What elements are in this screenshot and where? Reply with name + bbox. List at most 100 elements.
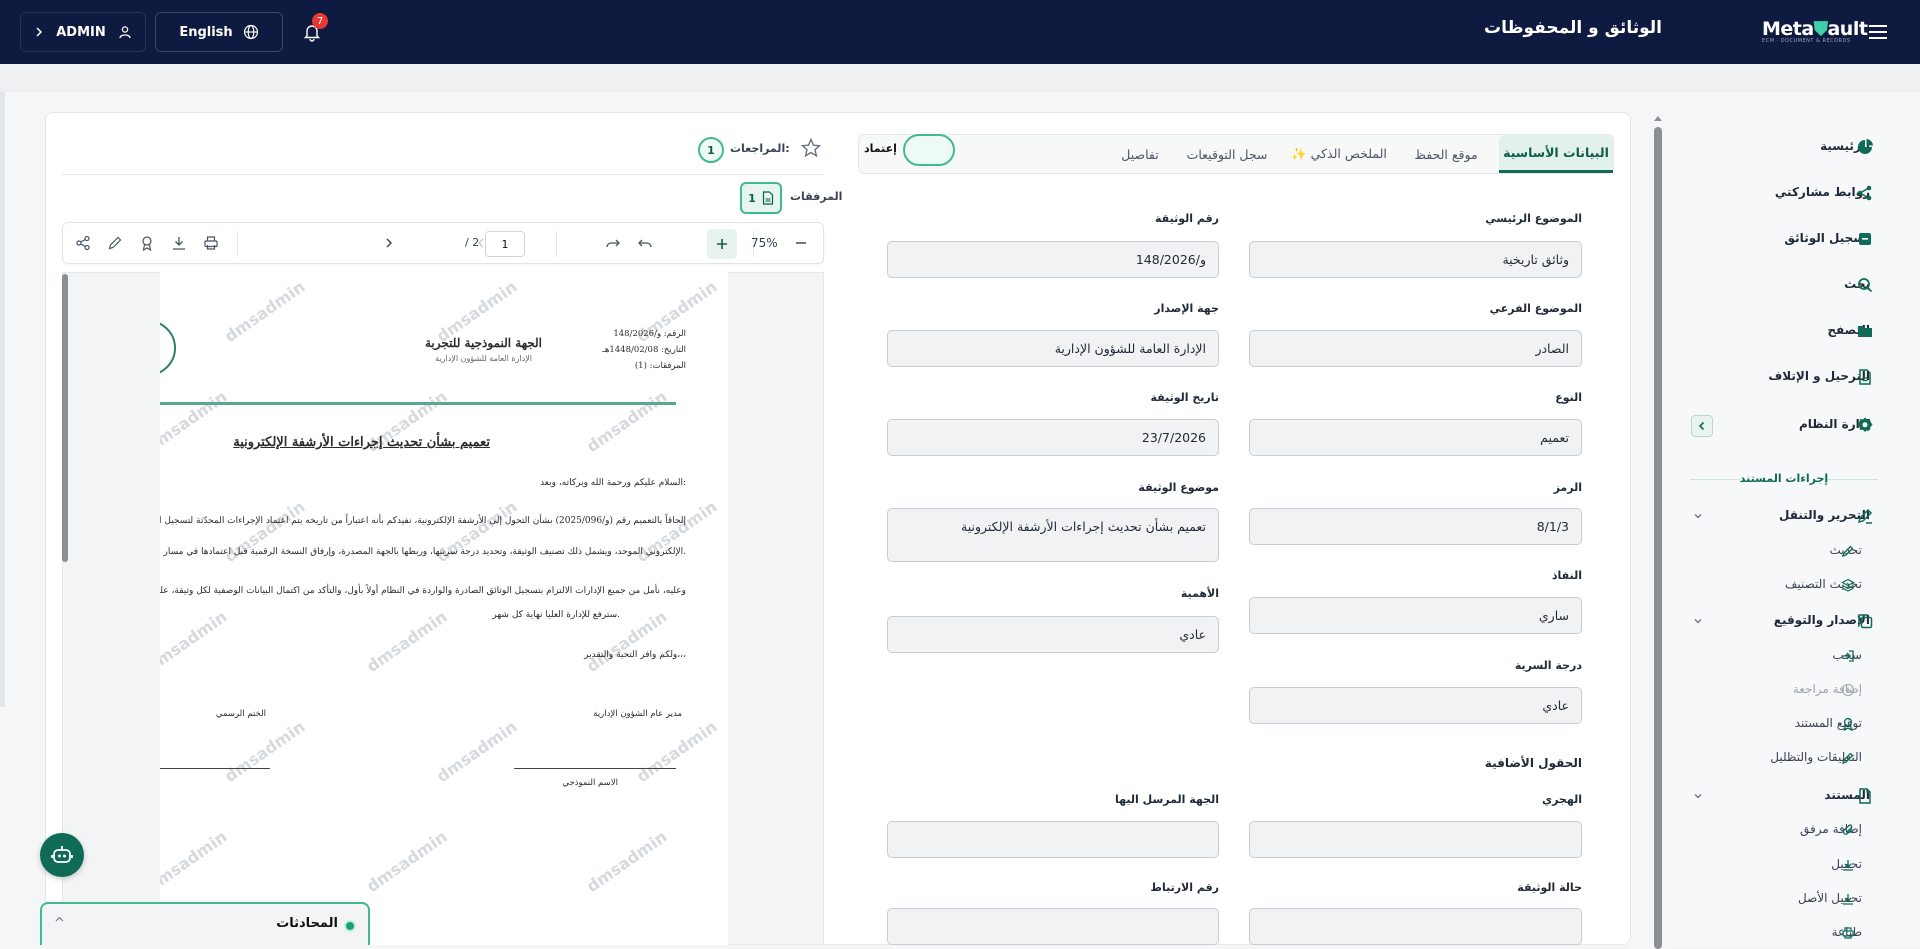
doc-number-label: رقم الوثيقة	[1155, 212, 1219, 225]
pencil-icon	[1856, 507, 1874, 525]
confidentiality-label: درجة السرية	[1514, 659, 1582, 672]
watermark: dmsadmin	[633, 716, 721, 787]
type-field[interactable]: تعميم	[1249, 419, 1582, 456]
additional-fields-heading: الحقول الأضافية	[1484, 756, 1582, 770]
main-scrollbar[interactable]	[1652, 113, 1664, 949]
logo-text-1: Meta	[1762, 18, 1814, 40]
zoom-in-button[interactable]	[707, 229, 737, 259]
conversations-bar[interactable]: ^ المحادثات	[40, 902, 370, 945]
watermark: dmsadmin	[433, 716, 521, 787]
print-icon[interactable]	[201, 233, 221, 253]
stamp-label: الختم الرسمي	[215, 709, 266, 719]
copy-icon	[1856, 612, 1874, 630]
recipient-field[interactable]	[887, 821, 1219, 858]
pencil-icon[interactable]	[105, 233, 125, 253]
notification-badge: 7	[312, 13, 328, 29]
star-icon[interactable]	[800, 137, 822, 159]
download-icon	[1841, 858, 1855, 872]
file-icon	[1856, 787, 1874, 805]
sub-subject-field[interactable]: الصادر	[1249, 330, 1582, 367]
logo[interactable]: Meta⛊ault ECM · DOCUMENT & RECORDS	[1762, 18, 1868, 46]
watermark: dmsadmin	[363, 826, 451, 897]
scrollbar-thumb[interactable]	[1654, 127, 1662, 949]
notifications-button[interactable]: 7	[298, 13, 328, 46]
page-number-input[interactable]: 1	[485, 231, 525, 257]
sub-header-band	[0, 64, 1920, 92]
chevron-up-icon[interactable]: ^	[54, 916, 65, 931]
hamburger-menu-icon[interactable]	[1866, 20, 1890, 44]
hijri-field[interactable]	[1249, 821, 1582, 858]
validity-label: النفاذ	[1551, 569, 1582, 582]
download-icon[interactable]	[169, 233, 189, 253]
attachments-button[interactable]: 1	[740, 182, 782, 214]
doc-number-field[interactable]: و/148/2026	[887, 241, 1219, 278]
watermark: dmsadmin	[221, 716, 309, 787]
language-button[interactable]: English	[155, 12, 283, 52]
redo-icon[interactable]	[603, 233, 623, 253]
sub-subject-label: الموضوع الفرعي	[1489, 302, 1582, 315]
doc-date-field[interactable]: 23/7/2026	[887, 419, 1219, 456]
logo-tagline: ECM · DOCUMENT & RECORDS	[1762, 38, 1851, 44]
link-number-label: رقم الارتباط	[1150, 881, 1219, 894]
badge-icon[interactable]	[137, 233, 157, 253]
document-title: تعميم بشأن تحديث إجراءات الأرشفة الإلكتر…	[233, 435, 490, 450]
attachments-count: 1	[748, 191, 756, 205]
document-actions-title: إجراءات المستند	[1739, 472, 1829, 485]
main-subject-field[interactable]: وثائق تاريخية	[1249, 241, 1582, 278]
sidebar-item-transfer-destroy[interactable]: الترحيل و الإتلاف	[1768, 369, 1870, 383]
sidebar-collapse-button[interactable]	[1691, 415, 1713, 437]
assistant-bot-button[interactable]	[40, 833, 84, 877]
share-icon[interactable]	[73, 233, 93, 253]
badge-icon	[1841, 717, 1855, 731]
tab-signature-log[interactable]: سجل التوقيعات	[1177, 135, 1277, 173]
chevron-down-icon[interactable]	[1692, 510, 1704, 522]
tab-details[interactable]: تفاصيل	[1107, 135, 1173, 173]
watermark: dmsadmin	[160, 386, 231, 457]
importance-label: الأهمية	[1180, 587, 1219, 600]
ref-date: التاريخ: 1448/02/08هـ	[602, 345, 686, 355]
tab-basic-data[interactable]: البيانات الأساسية	[1499, 135, 1613, 173]
viewer-scrollbar-thumb[interactable]	[62, 274, 68, 562]
greeting: السلام عليكم ورحمة الله وبركاته، وبعد:	[540, 478, 686, 488]
undo-icon[interactable]	[635, 233, 655, 253]
gear-icon	[1856, 416, 1874, 434]
importance-field[interactable]: عادي	[887, 616, 1219, 653]
logo-v-icon: ⛊	[1813, 18, 1828, 40]
document-icon	[762, 191, 774, 205]
closing: ولكم وافر التحية والتقدير،،،	[584, 650, 686, 660]
confidentiality-field[interactable]: عادي	[1249, 687, 1582, 724]
admin-menu-button[interactable]: ADMIN	[20, 12, 146, 52]
archive-box-icon	[1856, 230, 1874, 248]
watermark: dmsadmin	[160, 826, 231, 897]
tab-storage-location[interactable]: موقع الحفظ	[1401, 135, 1491, 173]
approval-toggle[interactable]	[903, 134, 955, 166]
signatory-name: الاسم النموذجي	[562, 778, 618, 788]
doc-status-field[interactable]	[1249, 908, 1582, 945]
doc-subject-field[interactable]: تعميم بشأن تحديث إجراءات الأرشفة الإلكتر…	[887, 508, 1219, 562]
robot-icon	[50, 843, 74, 867]
chevron-left-icon	[1697, 421, 1707, 431]
sidebar-item-label: الترحيل و الإتلاف	[1768, 369, 1870, 383]
paragraph-1: إلحاقاً بالتعميم رقم (و/2025/096) بشأن ا…	[160, 516, 686, 526]
validity-field[interactable]: ساري	[1249, 597, 1582, 634]
issuer-field[interactable]: الإدارة العامة للشؤون الإدارية	[887, 330, 1219, 367]
doc-subject-label: موضوع الوثيقة	[1138, 481, 1219, 494]
top-bar: ADMIN English 7 الوثائق و المحفوظات Meta…	[0, 0, 1920, 64]
link-number-field[interactable]	[887, 908, 1219, 945]
chevron-right-icon[interactable]	[379, 233, 399, 253]
signatory-title: مدير عام الشؤون الإدارية	[593, 709, 682, 719]
code-field[interactable]: 8/1/3	[1249, 508, 1582, 545]
pie-chart-icon	[1856, 138, 1874, 156]
chevron-down-icon[interactable]	[1692, 790, 1704, 802]
paperclip-icon	[1841, 823, 1855, 837]
tab-ai-summary[interactable]: ✨ الملخص الذكي	[1283, 135, 1395, 173]
chevron-down-icon[interactable]	[1692, 615, 1704, 627]
document-icon	[1856, 368, 1874, 386]
zoom-out-icon[interactable]	[791, 233, 811, 253]
revisions-count[interactable]: 1	[698, 137, 724, 163]
recipient-label: الجهة المرسل اليها	[1115, 793, 1219, 806]
login-icon	[1841, 649, 1855, 663]
document-page: dmsadmin dmsadmin dmsadmin dmsadmin dmsa…	[160, 272, 728, 945]
watermark: dmsadmin	[363, 606, 451, 677]
app-title: الوثائق و المحفوظات	[1484, 18, 1662, 38]
